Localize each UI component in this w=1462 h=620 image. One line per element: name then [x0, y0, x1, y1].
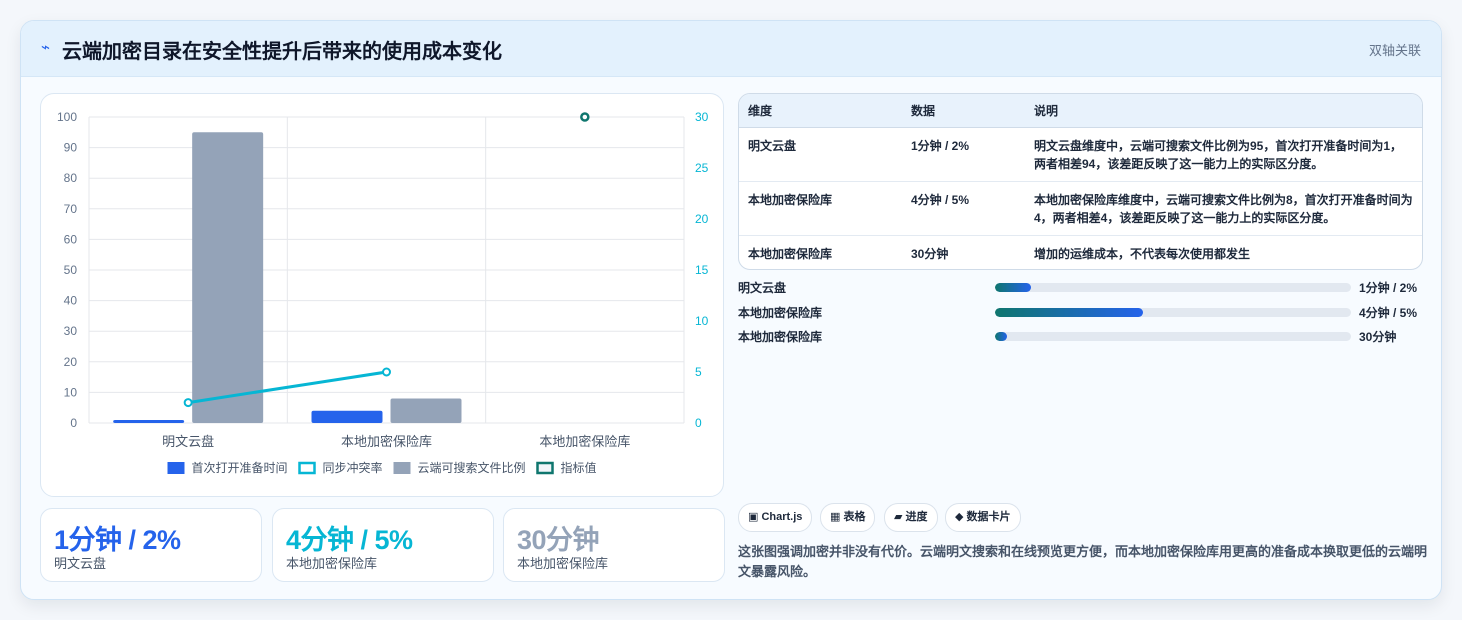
x-tick-label: 本地加密保险库 [539, 434, 630, 449]
bar [113, 419, 185, 423]
x-tick-label: 明文云盘 [162, 434, 214, 449]
kpi-label: 本地加密保险库 [517, 556, 609, 571]
y-left-tick-label: 20 [64, 355, 78, 369]
dual-axis-badge: 双轴关联 [1368, 43, 1421, 58]
progress-track [995, 283, 1351, 292]
y-left-tick-label: 0 [70, 416, 77, 430]
y-left-tick-label: 10 [64, 385, 78, 399]
table-row: 明文云盘 1分钟 / 2% 明文云盘维度中，云端可搜索文件比例为95，首次打开准… [739, 127, 1422, 182]
y-left-tick-label: 70 [64, 202, 78, 216]
bar [311, 410, 383, 423]
progress-row: 本地加密保险库 30分钟 [738, 327, 1421, 345]
progress-fill [995, 283, 1031, 292]
column-header: 维度 [739, 94, 902, 128]
progress-row: 本地加密保险库 4分钟 / 5% [738, 303, 1421, 321]
kpi-value: 30分钟 [517, 525, 600, 555]
kpi-card-plain-cloud: 1分钟 / 2% 明文云盘 [40, 508, 262, 582]
y-right-tick-label: 30 [695, 110, 709, 124]
data-table: 维度 数据 说明 明文云盘 1分钟 / 2% 明文云盘维度中，云端可搜索文件比例… [738, 93, 1423, 270]
column-header: 数据 [902, 94, 1025, 128]
kpi-card-local-vault: 4分钟 / 5% 本地加密保险库 [272, 508, 494, 582]
page-title: 云端加密目录在安全性提升后带来的使用成本变化 [62, 41, 502, 63]
table-cell-dimension: 明文云盘 [739, 127, 902, 182]
y-left-tick-label: 40 [64, 294, 78, 308]
progress-track [995, 308, 1351, 317]
line-point [183, 398, 193, 408]
kpi-label: 本地加密保险库 [286, 556, 378, 571]
column-header: 说明 [1025, 94, 1422, 128]
progress-fill [995, 332, 1007, 341]
y-right-tick-label: 5 [695, 365, 702, 379]
tag-chartjs[interactable]: ▣ Chart.js [738, 503, 813, 532]
legend-swatch [298, 461, 316, 475]
table-header-row: 维度 数据 说明 [739, 94, 1422, 128]
legend-swatch [536, 461, 554, 475]
x-tick-label: 本地加密保险库 [341, 434, 432, 449]
table-cell-description: 增加的运维成本，不代表每次使用都发生 [1034, 247, 1251, 261]
tag-table[interactable]: ▦ 表格 [820, 503, 876, 532]
table-cell-data: 1分钟 / 2% [902, 127, 1025, 182]
tag-data-card[interactable]: ◆ 数据卡片 [945, 503, 1021, 532]
y-right-tick-label: 0 [695, 416, 702, 430]
progress-track [995, 332, 1351, 341]
table-cell-dimension: 本地加密保险库 [739, 181, 902, 236]
table-cell-description: 本地加密保险库维度中，云端可搜索文件比例为8，首次打开准备时间为4，两者相差4，… [1025, 181, 1422, 236]
table-cell-dimension: 本地加密保险库 [748, 247, 833, 261]
progress-label: 本地加密保险库 [738, 330, 823, 344]
legend-label: 指标值 [561, 460, 597, 475]
y-left-tick-label: 60 [64, 232, 78, 246]
y-left-tick-label: 50 [64, 263, 78, 277]
kpi-card-local-vault-ops: 30分钟 本地加密保险库 [503, 508, 725, 582]
kpi-value: 4分钟 / 5% [286, 525, 413, 555]
progress-value: 4分钟 / 5% [1359, 306, 1418, 320]
progress-label: 本地加密保险库 [738, 306, 823, 320]
y-left-tick-label: 90 [64, 141, 78, 155]
scatter-point [580, 112, 590, 122]
table-cell-data: 4分钟 / 5% [902, 181, 1025, 236]
y-right-tick-label: 10 [695, 314, 709, 328]
table-row: 本地加密保险库 4分钟 / 5% 本地加密保险库维度中，云端可搜索文件比例为8，… [739, 181, 1422, 236]
table-row: 本地加密保险库 30分钟 增加的运维成本，不代表每次使用都发生 [739, 236, 1422, 270]
legend-swatch [167, 462, 185, 474]
tag-progress[interactable]: ▰ 进度 [884, 503, 938, 532]
kpi-value: 1分钟 / 2% [54, 525, 181, 555]
y-right-tick-label: 25 [695, 161, 709, 175]
progress-row: 明文云盘 1分钟 / 2% [738, 278, 1421, 296]
y-left-tick-label: 30 [64, 324, 78, 338]
kpi-label: 明文云盘 [54, 556, 107, 571]
legend-label: 同步冲突率 [323, 460, 383, 475]
bar [390, 398, 462, 423]
y-right-tick-label: 20 [695, 212, 709, 226]
chart-panel: 0 10 20 30 40 50 60 70 80 90 100 0 5 10 15 20 25 30 明文云盘 本地… [40, 93, 724, 497]
line-point [382, 367, 391, 377]
progress-value: 1分钟 / 2% [1359, 281, 1418, 295]
combo-chart: 0 10 20 30 40 50 60 70 80 90 100 0 5 10 15 20 25 30 明文云盘 本地… [57, 110, 709, 475]
progress-value: 30分钟 [1359, 330, 1397, 344]
legend-label: 首次打开准备时间 [192, 461, 288, 475]
lightning-icon: ⌁ [41, 39, 51, 56]
dashboard-card: ⌁ 云端加密目录在安全性提升后带来的使用成本变化 双轴关联 0 10 20 30 40 5… [20, 20, 1442, 600]
bar [192, 132, 264, 424]
summary-note: 这张图强调加密并非没有代价。云端明文搜索和在线预览更方便，而本地加密保险库用更高… [738, 544, 1428, 579]
progress-fill [995, 308, 1143, 317]
y-left-tick-label: 80 [64, 171, 78, 185]
y-right-tick-label: 15 [695, 263, 709, 277]
legend-label: 云端可搜索文件比例 [418, 460, 526, 475]
y-left-tick-label: 100 [57, 110, 77, 124]
table-cell-data: 30分钟 [911, 247, 949, 261]
progress-label: 明文云盘 [738, 281, 787, 295]
card-header: ⌁ 云端加密目录在安全性提升后带来的使用成本变化 双轴关联 [21, 21, 1441, 77]
legend-swatch [393, 462, 411, 474]
table-cell-description: 明文云盘维度中，云端可搜索文件比例为95，首次打开准备时间为1，两者相差94，该… [1025, 127, 1422, 182]
